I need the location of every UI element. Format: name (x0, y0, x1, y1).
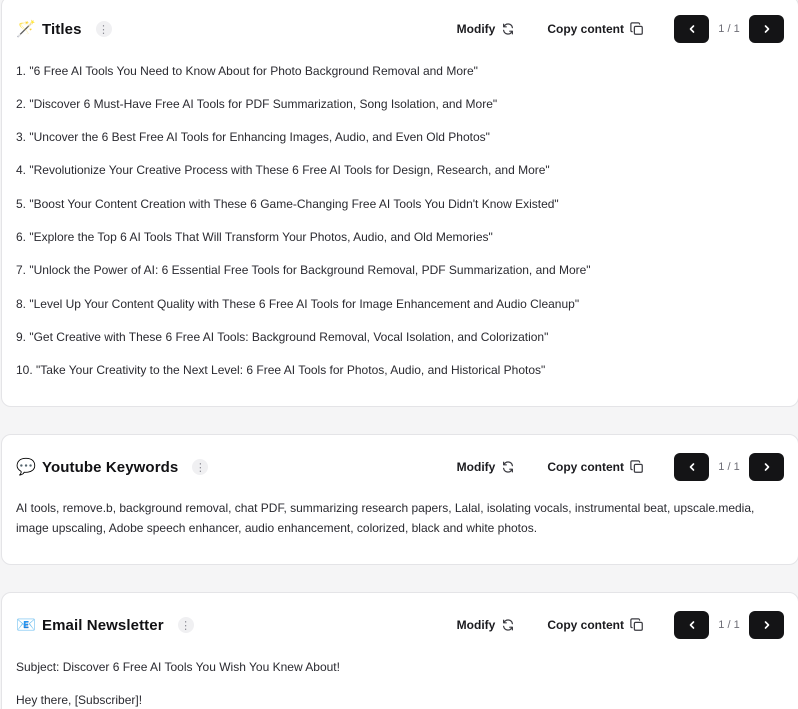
card-title-group: 📧 Email Newsletter ⋮ (16, 597, 194, 653)
card-title: Youtube Keywords (42, 458, 179, 476)
page-indicator: 1 / 1 (718, 23, 740, 35)
pagination: 1 / 1 (674, 453, 784, 481)
copy-icon (630, 22, 643, 35)
email-newsletter-card: 📧 Email Newsletter ⋮ Modify Copy content (1, 592, 798, 709)
chevron-left-icon (689, 25, 694, 33)
modify-button[interactable]: Modify (457, 618, 516, 632)
card-title-group: 🪄 Titles ⋮ (16, 1, 112, 57)
card-actions: Modify Copy content 1 / 1 (457, 1, 784, 57)
copy-icon (630, 618, 643, 631)
next-page-button[interactable] (749, 15, 784, 43)
card-header: 💬 Youtube Keywords ⋮ Modify Copy content (2, 439, 798, 495)
refresh-icon (503, 619, 514, 631)
pagination: 1 / 1 (674, 15, 784, 43)
email-greeting: Hey there, [Subscriber]! (16, 693, 143, 707)
card-header: 🪄 Titles ⋮ Modify Copy content 1 / 1 (2, 1, 798, 57)
card-title: Email Newsletter (42, 616, 164, 634)
prev-page-button[interactable] (674, 15, 709, 43)
list-item: 9. "Get Creative with These 6 Free AI To… (16, 330, 549, 344)
copy-label: Copy content (547, 460, 624, 474)
envelope-icon: 📧 (16, 615, 36, 634)
chevron-right-icon (764, 621, 769, 629)
copy-label: Copy content (547, 618, 624, 632)
chevron-left-icon (689, 463, 694, 471)
card-header: 📧 Email Newsletter ⋮ Modify Copy content (2, 597, 798, 653)
youtube-keywords-card: 💬 Youtube Keywords ⋮ Modify Copy content (1, 434, 798, 565)
chevron-right-icon (764, 463, 769, 471)
list-item: 3. "Uncover the 6 Best Free AI Tools for… (16, 130, 490, 144)
modify-button[interactable]: Modify (457, 22, 516, 36)
kebab-icon[interactable]: ⋮ (95, 21, 112, 37)
list-item: 2. "Discover 6 Must-Have Free AI Tools f… (16, 97, 498, 111)
kebab-icon[interactable]: ⋮ (177, 617, 194, 633)
modify-label: Modify (456, 22, 496, 36)
speech-bubble-icon: 💬 (16, 457, 36, 476)
list-item: 7. "Unlock the Power of AI: 6 Essential … (16, 263, 591, 277)
modify-label: Modify (456, 460, 496, 474)
email-subject: Subject: Discover 6 Free AI Tools You Wi… (16, 660, 340, 674)
titles-card: 🪄 Titles ⋮ Modify Copy content 1 / 1 1. … (1, 0, 798, 407)
prev-page-button[interactable] (674, 611, 709, 639)
next-page-button[interactable] (749, 611, 784, 639)
list-item: 8. "Level Up Your Content Quality with T… (16, 297, 580, 311)
copy-content-button[interactable]: Copy content (547, 22, 644, 36)
pagination: 1 / 1 (674, 611, 784, 639)
copy-content-button[interactable]: Copy content (547, 460, 644, 474)
list-item: 4. "Revolutionize Your Creative Process … (16, 163, 550, 177)
list-item: 5. "Boost Your Content Creation with The… (16, 197, 559, 211)
list-item: 1. "6 Free AI Tools You Need to Know Abo… (16, 64, 478, 78)
copy-label: Copy content (547, 22, 624, 36)
modify-label: Modify (456, 618, 496, 632)
chevron-right-icon (764, 25, 769, 33)
card-actions: Modify Copy content 1 / 1 (457, 597, 784, 653)
copy-content-button[interactable]: Copy content (547, 618, 644, 632)
list-item: 10. "Take Your Creativity to the Next Le… (16, 363, 546, 377)
modify-button[interactable]: Modify (457, 460, 516, 474)
chevron-left-icon (689, 621, 694, 629)
list-item: 6. "Explore the Top 6 AI Tools That Will… (16, 230, 493, 244)
page-indicator: 1 / 1 (718, 461, 740, 473)
card-actions: Modify Copy content 1 / 1 (457, 439, 784, 495)
page: 🪄 Titles ⋮ Modify Copy content 1 / 1 1. … (0, 0, 798, 709)
kebab-icon[interactable]: ⋮ (192, 459, 209, 475)
copy-icon (630, 460, 643, 473)
prev-page-button[interactable] (674, 453, 709, 481)
page-indicator: 1 / 1 (718, 619, 740, 631)
card-title: Titles (42, 20, 82, 38)
refresh-icon (503, 461, 514, 473)
next-page-button[interactable] (749, 453, 784, 481)
keywords-text: AI tools, remove.b, background removal, … (16, 501, 755, 535)
magic-wand-icon: 🪄 (16, 19, 36, 38)
card-title-group: 💬 Youtube Keywords ⋮ (16, 439, 209, 495)
refresh-icon (503, 23, 514, 35)
